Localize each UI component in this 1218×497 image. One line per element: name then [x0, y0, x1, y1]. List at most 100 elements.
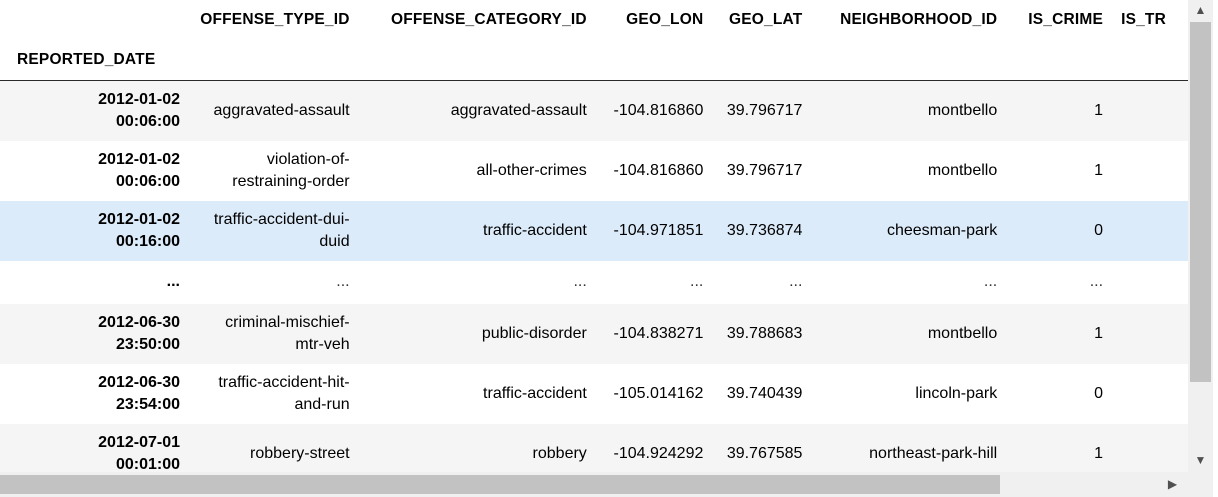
cell-text: criminal-mischief- — [225, 313, 350, 331]
cell-offense-type: criminal-mischief-mtr-veh — [189, 304, 359, 364]
row-index: 2012-01-02 00:06:00 — [0, 141, 189, 201]
window-edge — [1213, 0, 1218, 497]
header-row-index-name: REPORTED_DATE — [0, 40, 1188, 81]
cell-offense-category: aggravated-assault — [450, 101, 587, 119]
index-date: 2012-01-02 — [98, 150, 180, 168]
horizontal-scroll-thumb[interactable] — [0, 475, 1000, 494]
row-index: 2012-06-30 23:54:00 — [0, 364, 189, 424]
cell-offense-type: traffic-accident-hit-and-run — [189, 364, 359, 424]
cell-is-crime: 0 — [1094, 384, 1104, 402]
header-blank — [189, 40, 359, 81]
cell-geo-lon: -104.838271 — [613, 324, 704, 342]
cell-text: violation-of- — [266, 150, 350, 168]
cell-text: traffic-accident-hit- — [218, 373, 350, 391]
column-header-geo-lat: GEO_LAT — [729, 11, 803, 28]
header-row-columns: OFFENSE_TYPE_ID OFFENSE_CATEGORY_ID GEO_… — [0, 0, 1188, 40]
cell-text: mtr-veh — [295, 335, 350, 353]
cell-is-traffic — [1112, 364, 1188, 424]
cell-offense-type: robbery-street — [189, 424, 359, 473]
cell-geo-lon: -104.924292 — [613, 444, 704, 462]
row-index: 2012-01-02 00:06:00 — [0, 81, 189, 141]
cell-geo-lon: -105.014162 — [613, 384, 704, 402]
scroll-right-arrow-icon[interactable]: ▶ — [1160, 472, 1185, 497]
cell-geo-lat: 39.796717 — [726, 101, 803, 119]
cell-is-crime: 1 — [1094, 444, 1104, 462]
cell-geo-lat: 39.788683 — [726, 324, 803, 342]
cell-offense-category: traffic-accident — [483, 384, 587, 402]
cell-ellipsis: ... — [690, 273, 704, 290]
cell-geo-lon: -104.971851 — [613, 221, 704, 239]
cell-text: traffic-accident-dui- — [213, 210, 350, 228]
dataframe-viewport: OFFENSE_TYPE_ID OFFENSE_CATEGORY_ID GEO_… — [0, 0, 1188, 472]
cell-is-traffic — [1112, 81, 1188, 141]
header-blank — [811, 40, 1007, 81]
cell-offense-category: all-other-crimes — [476, 161, 587, 179]
cell-geo-lon: -104.816860 — [613, 101, 704, 119]
cell-neighborhood: montbello — [927, 161, 998, 179]
cell-text: restraining-order — [232, 172, 350, 190]
cell-is-traffic — [1112, 201, 1188, 261]
table-row-ellipsis: ... ... ... ... ... ... ... — [0, 260, 1188, 304]
vertical-scrollbar[interactable]: ▲ ▼ — [1188, 0, 1213, 472]
cell-geo-lat: 39.740439 — [726, 384, 803, 402]
table-row: 2012-07-01 00:01:00 robbery-street robber… — [0, 423, 1188, 473]
cell-text: duid — [319, 232, 350, 250]
cell-neighborhood: cheesman-park — [886, 221, 998, 239]
cell-offense-category: robbery — [532, 444, 587, 462]
cell-text: robbery-street — [250, 444, 350, 462]
table-row-hovered: 2012-01-02 00:16:00 traffic-accident-dui-… — [0, 200, 1188, 261]
cell-geo-lat: 39.767585 — [726, 444, 803, 462]
column-header-is-crime: IS_CRIME — [1028, 11, 1104, 28]
row-index: 2012-01-02 00:16:00 — [0, 201, 189, 261]
dataframe-table: OFFENSE_TYPE_ID OFFENSE_CATEGORY_ID GEO_… — [0, 0, 1188, 472]
cell-is-crime: 1 — [1094, 161, 1104, 179]
table-row: 2012-01-02 00:06:00 violation-of-restrain… — [0, 140, 1188, 201]
cell-ellipsis: ... — [573, 273, 587, 290]
cell-neighborhood: lincoln-park — [915, 384, 998, 402]
cell-ellipsis: ... — [789, 273, 803, 290]
table-body: 2012-01-02 00:06:00 aggravated-assault ag… — [0, 80, 1188, 473]
index-date: 2012-06-30 — [98, 313, 180, 331]
cell-neighborhood: northeast-park-hill — [869, 444, 998, 462]
cell-is-crime: 1 — [1094, 101, 1104, 119]
cell-text: aggravated-assault — [213, 101, 350, 119]
cell-neighborhood: montbello — [927, 101, 998, 119]
cell-is-crime: 1 — [1094, 324, 1104, 342]
cell-offense-category: traffic-accident — [483, 221, 587, 239]
row-index-ellipsis: ... — [166, 273, 180, 290]
horizontal-scrollbar[interactable]: ▶ — [0, 472, 1213, 497]
cell-is-traffic — [1112, 141, 1188, 201]
index-time: 00:16:00 — [115, 232, 180, 250]
index-time: 23:54:00 — [115, 395, 180, 413]
cell-is-traffic — [1112, 304, 1188, 364]
table-header: OFFENSE_TYPE_ID OFFENSE_CATEGORY_ID GEO_… — [0, 0, 1188, 81]
cell-ellipsis: ... — [983, 273, 998, 290]
cell-neighborhood: montbello — [927, 324, 998, 342]
index-time: 00:01:00 — [115, 455, 180, 473]
column-header-neighborhood-id: NEIGHBORHOOD_ID — [840, 11, 998, 28]
index-header-reported-date: REPORTED_DATE — [0, 40, 189, 81]
header-blank — [358, 40, 596, 81]
row-index: 2012-07-01 00:01:00 — [0, 424, 189, 473]
column-header-is-traffic: IS_TR — [1121, 11, 1166, 28]
row-index: 2012-06-30 23:50:00 — [0, 304, 189, 364]
cell-offense-type: aggravated-assault — [189, 81, 359, 141]
index-time: 00:06:00 — [115, 112, 180, 130]
column-header-geo-lon: GEO_LON — [626, 11, 704, 28]
vertical-scroll-thumb[interactable] — [1190, 22, 1211, 382]
cell-geo-lon: -104.816860 — [613, 161, 704, 179]
scroll-down-arrow-icon[interactable]: ▼ — [1188, 450, 1213, 470]
column-header-offense-type-id: OFFENSE_TYPE_ID — [200, 11, 350, 28]
header-blank — [595, 40, 713, 81]
index-date: 2012-07-01 — [98, 433, 180, 451]
cell-is-traffic — [1112, 424, 1188, 473]
scroll-up-arrow-icon[interactable]: ▲ — [1188, 0, 1213, 20]
cell-text: and-run — [294, 395, 350, 413]
index-header-blank — [0, 0, 189, 40]
index-date: 2012-01-02 — [98, 210, 180, 228]
header-blank — [712, 40, 812, 81]
header-blank — [1006, 40, 1113, 81]
table-row: 2012-06-30 23:54:00 traffic-accident-hit-… — [0, 363, 1188, 424]
cell-ellipsis: ... — [1089, 273, 1104, 290]
index-date: 2012-06-30 — [98, 373, 180, 391]
